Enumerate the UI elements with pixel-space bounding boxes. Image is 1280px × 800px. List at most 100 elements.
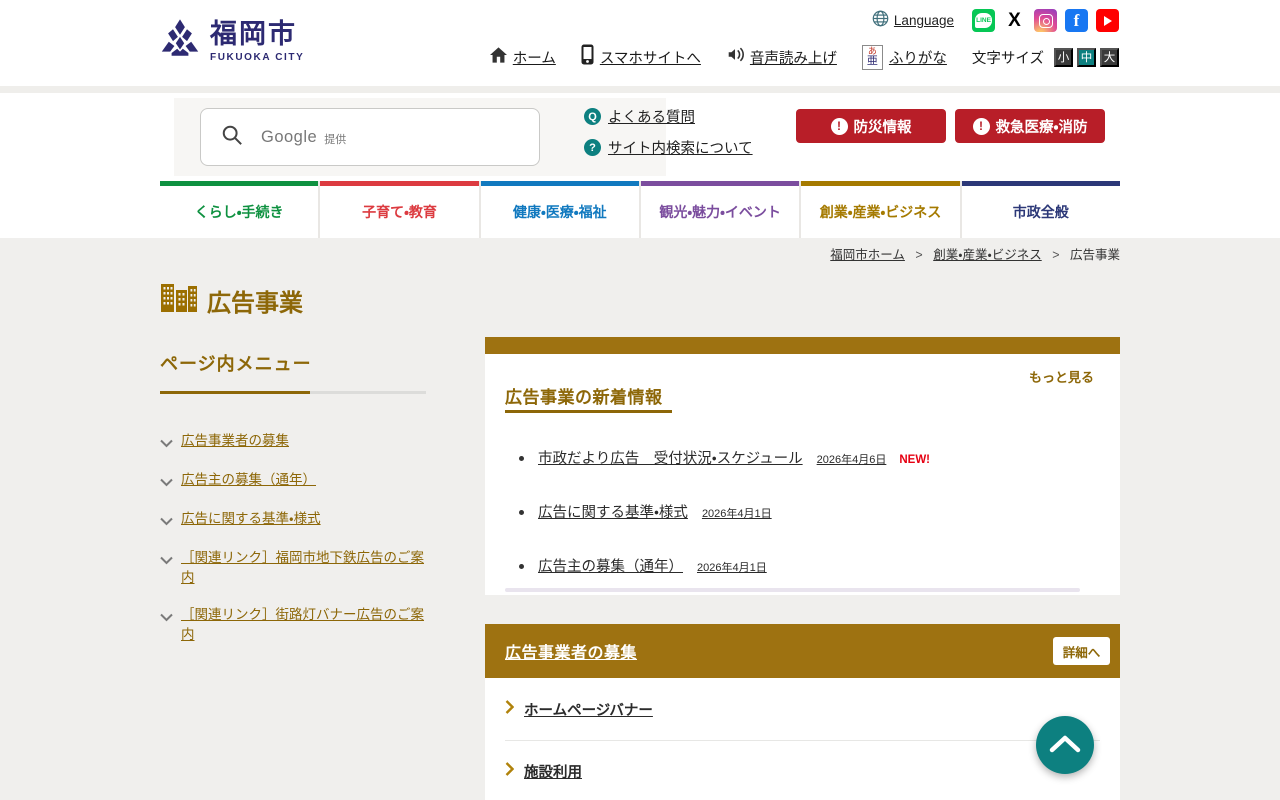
sidebar-link-streetlight-banner[interactable]: ［関連リンク］街路灯バナー広告のご案内	[181, 605, 426, 645]
search-input[interactable]: Google 提供	[200, 108, 540, 166]
language-link[interactable]: Language	[872, 10, 954, 32]
news-link-standards[interactable]: 広告に関する基準・様式 2026年4月1日	[538, 505, 772, 521]
category-nav: くらし・手続き 子育て・教育 健康・医療・福祉 観光・魅力・イベント 創業・産業…	[0, 181, 1280, 238]
page-menu-sidebar: ページ内メニュー 広告事業者の募集 広告主の募集（通年） 広告に関する基準・様式…	[160, 350, 426, 662]
facility-use-link[interactable]: 施設利用	[524, 761, 582, 782]
page-content: 福岡市ホーム > 創業・産業・ビジネス > 広告事業 広告事業 ページ内メニュー…	[0, 238, 1280, 800]
sidebar-link-advertiser-recruit[interactable]: 広告事業者の募集	[181, 431, 289, 451]
speaker-icon	[726, 46, 744, 68]
home-icon	[489, 46, 507, 68]
sidebar-heading: ページ内メニュー	[160, 354, 312, 374]
tab-kenko[interactable]: 健康・医療・福祉	[480, 181, 639, 238]
sidebar-item: 広告事業者の募集	[160, 431, 426, 453]
text-size-small-button[interactable]: 小	[1054, 47, 1073, 67]
furigana-link[interactable]: あ 亜 ふりがな	[861, 44, 947, 70]
utility-bar: Language LINE X f	[872, 9, 1119, 32]
sidebar-link-subway-ads[interactable]: ［関連リンク］福岡市地下鉄広告のご案内	[181, 548, 426, 588]
globe-icon	[872, 10, 889, 32]
instagram-icon[interactable]	[1034, 9, 1057, 32]
breadcrumb-home[interactable]: 福岡市ホーム	[830, 248, 905, 262]
exclamation-icon: !	[972, 117, 990, 135]
logo-text-en: FUKUOKA CITY	[210, 51, 305, 63]
search-placeholder-provided: 提供	[324, 133, 347, 146]
question-icon: ?	[584, 139, 601, 156]
tab-shisei[interactable]: 市政全般	[961, 181, 1120, 238]
emergency-buttons: ! 防災情報 ! 救急医療・消防	[796, 109, 1105, 143]
breadcrumb-current: 広告事業	[1069, 248, 1120, 262]
sidebar-item: 広告に関する基準・様式	[160, 509, 426, 531]
tab-kurashi[interactable]: くらし・手続き	[160, 181, 319, 238]
chevron-right-icon	[505, 699, 515, 719]
news-date: 2026年4月1日	[697, 562, 767, 574]
chevron-up-icon	[1049, 735, 1081, 756]
buildings-icon	[160, 282, 198, 317]
news-heading-rule	[505, 410, 672, 413]
tab-sogyo[interactable]: 創業・産業・ビジネス	[801, 181, 960, 238]
search-placeholder-brand: Google	[261, 127, 318, 146]
text-size-control: 文字サイズ 小 中 大	[972, 47, 1119, 68]
search-band: Google 提供 Q よくある質問 ? サイト内検索について ! 防災情報 !…	[0, 93, 1280, 181]
main-column: もっと見る 広告事業の新着情報 市政だより広告 受付状況・スケジュール 2026年…	[485, 337, 1120, 800]
disaster-info-button[interactable]: ! 防災情報	[796, 109, 946, 143]
chevron-down-icon	[160, 474, 173, 492]
chevron-down-icon	[160, 609, 173, 627]
news-heading: 広告事業の新着情報	[505, 388, 663, 407]
page-title-row: 広告事業	[160, 282, 303, 317]
line-icon[interactable]: LINE	[972, 9, 995, 32]
page-title: 広告事業	[207, 289, 303, 317]
chevron-down-icon	[160, 513, 173, 531]
recruit-link-row: ホームページバナー	[505, 678, 1100, 740]
header-nav: ホーム スマホサイトへ 音声読み上げ あ 亜 ふりがな 文字サイズ 小 中 大	[489, 44, 1119, 70]
recruit-section-header: 広告事業者の募集 詳細へ	[485, 624, 1120, 678]
breadcrumb: 福岡市ホーム > 創業・産業・ビジネス > 広告事業	[830, 248, 1120, 262]
news-horizontal-scrollbar[interactable]	[505, 588, 1080, 592]
news-item: 広告主の募集（通年） 2026年4月1日	[505, 557, 1104, 578]
faq-link[interactable]: Q よくある質問	[584, 106, 753, 127]
breadcrumb-category[interactable]: 創業・産業・ビジネス	[933, 248, 1042, 262]
language-label: Language	[893, 13, 954, 28]
sidebar-item: 広告主の募集（通年）	[160, 470, 426, 492]
furigana-icon: あ 亜	[861, 44, 883, 70]
recruit-section-body: ホームページバナー 施設利用	[485, 678, 1120, 800]
section-top-bar	[485, 337, 1120, 354]
site-logo[interactable]: 福岡市 FUKUOKA CITY	[159, 17, 304, 66]
news-section: もっと見る 広告事業の新着情報 市政だより広告 受付状況・スケジュール 2026年…	[485, 354, 1120, 595]
text-size-medium-button[interactable]: 中	[1077, 47, 1096, 67]
header-divider	[0, 86, 1280, 93]
sidebar-link-standards[interactable]: 広告に関する基準・様式	[181, 509, 321, 529]
chevron-right-icon	[505, 762, 515, 781]
text-size-large-button[interactable]: 大	[1100, 47, 1119, 67]
scroll-to-top-button[interactable]	[1036, 716, 1094, 774]
fukuoka-crest-icon	[159, 17, 201, 66]
site-search-help-link[interactable]: ? サイト内検索について	[584, 137, 753, 158]
smartphone-icon	[581, 44, 594, 70]
see-more-link[interactable]: もっと見る	[1029, 367, 1094, 386]
emergency-medical-button[interactable]: ! 救急医療・消防	[955, 109, 1105, 143]
tab-kanko[interactable]: 観光・魅力・イベント	[640, 181, 800, 238]
q-icon: Q	[584, 108, 601, 125]
voice-readout-link[interactable]: 音声読み上げ	[726, 46, 837, 68]
x-twitter-icon[interactable]: X	[1003, 9, 1026, 32]
sidebar-item: ［関連リンク］街路灯バナー広告のご案内	[160, 605, 426, 645]
recruit-link-row: 施設利用	[505, 740, 1100, 800]
exclamation-icon: !	[830, 117, 848, 135]
news-link-sponsor[interactable]: 広告主の募集（通年） 2026年4月1日	[538, 559, 767, 575]
chevron-down-icon	[160, 552, 173, 570]
sidebar-item: ［関連リンク］福岡市地下鉄広告のご案内	[160, 548, 426, 588]
logo-text-jp: 福岡市	[210, 18, 297, 49]
youtube-icon[interactable]	[1096, 9, 1119, 32]
tab-kosodate[interactable]: 子育て・教育	[320, 181, 479, 238]
chevron-down-icon	[160, 435, 173, 453]
home-link[interactable]: ホーム	[489, 46, 556, 68]
news-item: 市政だより広告 受付状況・スケジュール 2026年4月6日 NEW!	[505, 449, 1104, 470]
smartphone-site-link[interactable]: スマホサイトへ	[581, 44, 701, 70]
recruit-heading-link[interactable]: 広告事業者の募集	[505, 639, 637, 663]
detail-button[interactable]: 詳細へ	[1053, 637, 1110, 665]
sidebar-link-sponsor-recruit[interactable]: 広告主の募集（通年）	[181, 470, 316, 490]
facebook-icon[interactable]: f	[1065, 9, 1088, 32]
news-date: 2026年4月6日	[816, 454, 887, 466]
quick-links: Q よくある質問 ? サイト内検索について	[584, 106, 753, 158]
site-header: 福岡市 FUKUOKA CITY Language LINE X f ホーム ス…	[0, 0, 1280, 86]
news-link-schedule[interactable]: 市政だより広告 受付状況・スケジュール 2026年4月6日	[538, 451, 886, 467]
homepage-banner-link[interactable]: ホームページバナー	[524, 699, 653, 720]
